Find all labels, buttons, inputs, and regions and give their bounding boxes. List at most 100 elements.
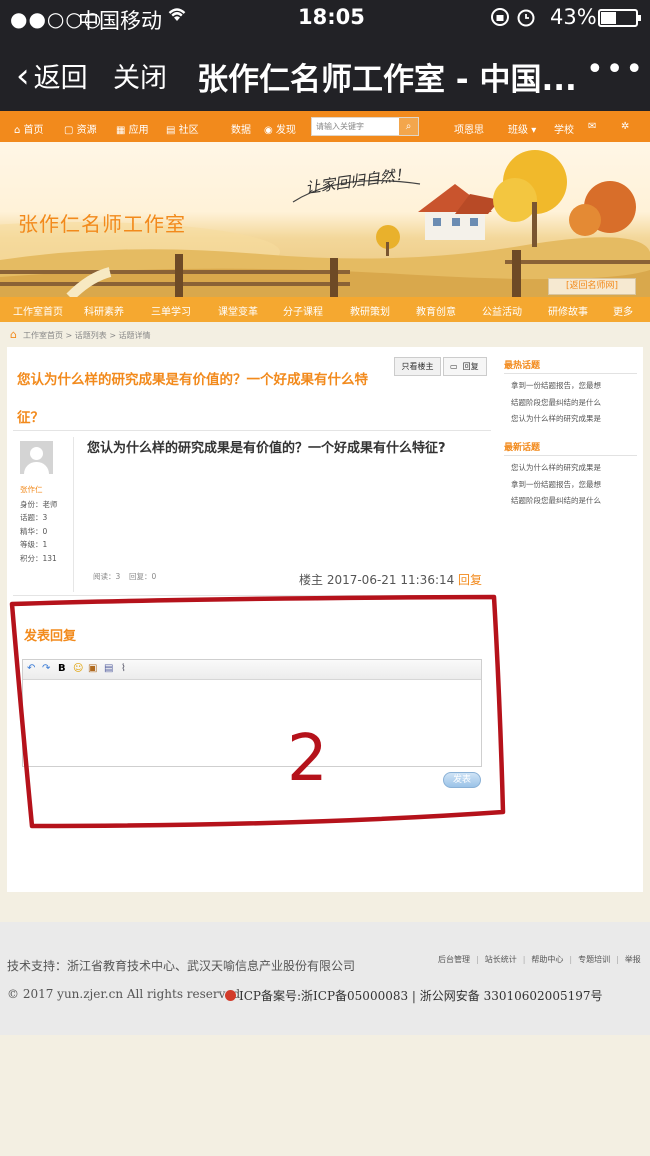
menu-item[interactable]: 教研策划 — [350, 303, 390, 318]
divider — [73, 437, 74, 592]
undo-icon[interactable]: ↶ — [27, 663, 35, 674]
hot-topics-heading: 最热话题 — [504, 361, 541, 371]
reply-count: 回复：0 — [129, 572, 157, 581]
post-reply-link[interactable]: 回复 — [458, 571, 482, 588]
breadcrumb: ⌂ 工作室首页 > 话题列表 > 话题详情 — [10, 328, 151, 341]
divider — [13, 430, 491, 431]
menu-item[interactable]: 研修故事 — [548, 303, 588, 318]
gear-icon[interactable]: ✲ — [621, 121, 629, 132]
image-icon[interactable]: ▣ — [88, 663, 97, 674]
chat-icon: ▤ — [166, 125, 176, 136]
close-button[interactable]: 关闭 — [113, 56, 167, 95]
footer-link[interactable]: 举报 — [625, 955, 641, 964]
emoji-icon[interactable]: ☺ — [73, 663, 83, 674]
page-title: 张作仁名师工作室 - 中国... — [197, 62, 577, 98]
webview-nav-bar: ‹ 返回 关闭 张作仁名师工作室 - 中国... ••• — [0, 36, 650, 111]
footer-links: 后台管理 | 站长统计 | 帮助中心 | 专题培训 | 举报 — [438, 955, 641, 964]
status-bar: ●●○○○ 中国移动 18:05 43% — [0, 0, 650, 36]
stat-role: 身份：老师 — [20, 500, 58, 509]
new-topic-item[interactable]: 您认为什么样的研究成果是 — [511, 462, 601, 473]
new-topic-item[interactable]: 结题阶段您最纠结的是什么 — [511, 495, 601, 506]
back-button[interactable]: ‹ 返回 — [16, 56, 88, 95]
site-toolbar: ⌂ 首页 ▢ 资源 ▦ 应用 ▤ 社区 数据 ◉ 发现 请输入关键字 ⌕ 项恩思… — [0, 111, 650, 142]
clock: 18:05 — [298, 5, 365, 29]
only-author-button[interactable]: 只看楼主 — [394, 357, 441, 376]
caret-down-icon: ▾ — [531, 125, 537, 136]
menu-item[interactable]: 公益活动 — [482, 303, 522, 318]
nav-apps[interactable]: ▦ 应用 — [116, 121, 149, 136]
studio-name: 张作仁名师工作室 — [18, 212, 186, 236]
reply-button[interactable]: ▭ 回复 — [443, 357, 487, 376]
stat-featured: 精华：0 — [20, 526, 48, 536]
back-label: 返回 — [33, 63, 88, 94]
menu-item[interactable]: 课堂变革 — [218, 303, 258, 318]
post-content: 您认为什么样的研究成果是有价值的？一个好成果有什么特征? — [87, 441, 446, 456]
topic-panel: 您认为什么样的研究成果是有价值的？一个好成果有什么特征？ 只看楼主 ▭ 回复 张… — [7, 347, 643, 892]
lock-alarm-icon — [490, 6, 540, 33]
author-name[interactable]: 张作仁 — [20, 484, 43, 495]
breadcrumb-text[interactable]: 工作室首页 > 话题列表 > 话题详情 — [23, 331, 151, 340]
icp-record[interactable]: ICP备案号:浙ICP备05000083 | 浙公网安备 33010602005… — [225, 987, 603, 1004]
hot-topic-item[interactable]: 您认为什么样的研究成果是 — [511, 413, 601, 424]
avatar[interactable] — [20, 441, 53, 474]
menu-item[interactable]: 教育创意 — [416, 303, 456, 318]
divider — [13, 595, 491, 596]
read-count: 阅读：3 — [93, 572, 121, 581]
globe-icon: ◉ — [264, 125, 273, 136]
footer-link[interactable]: 站长统计 — [485, 955, 517, 964]
reply-editor[interactable]: ↶ ↷ B ☺ ▣ ▤ ⌇ — [22, 659, 482, 767]
hot-topic-item[interactable]: 拿到一份结题报告，您最想 — [511, 380, 601, 391]
police-badge-icon — [225, 990, 236, 1001]
stat-level: 等级：1 — [20, 540, 48, 550]
submit-button[interactable]: 发表 — [443, 772, 481, 788]
mail-icon[interactable]: ✉ — [588, 121, 596, 132]
search-icon[interactable]: ⌕ — [399, 118, 418, 135]
more-icon[interactable]: ••• — [586, 52, 645, 87]
menu-item[interactable]: 三单学习 — [151, 303, 191, 318]
bold-icon[interactable]: B — [58, 663, 66, 674]
nav-resources[interactable]: ▢ 资源 — [64, 121, 97, 136]
battery-percent: 43% — [550, 5, 597, 29]
menu-item[interactable]: 科研素养 — [84, 303, 124, 318]
user-name[interactable]: 项恩思 — [454, 121, 484, 136]
copyright: © 2017 yun.zjer.cn All rights reserved — [7, 987, 241, 1001]
home-icon: ⌂ — [14, 125, 21, 136]
search-box[interactable]: 请输入关键字 ⌕ — [311, 117, 419, 136]
folder-icon: ▢ — [64, 125, 74, 136]
topic-title: 您认为什么样的研究成果是有价值的？一个好成果有什么特征？ — [17, 372, 368, 426]
footer-link[interactable]: 帮助中心 — [531, 955, 563, 964]
studio-menu: 工作室首页 科研素养 三单学习 课堂变革 分子课程 教研策划 教育创意 公益活动… — [0, 297, 650, 322]
comment-icon: ▭ — [450, 362, 458, 371]
wifi-icon — [166, 4, 188, 29]
reply-heading: 发表回复 — [24, 629, 77, 644]
footer-link[interactable]: 后台管理 — [438, 955, 470, 964]
new-topic-item[interactable]: 拿到一份结题报告，您最想 — [511, 479, 601, 490]
chevron-left-icon: ‹ — [16, 55, 30, 96]
post-timestamp: 楼主 2017-06-21 11:36:14 — [299, 573, 455, 587]
redo-icon[interactable]: ↷ — [42, 663, 50, 674]
return-link[interactable]: [返回名师网] — [548, 278, 636, 295]
grid-icon: ▦ — [116, 125, 126, 136]
menu-item[interactable]: 分子课程 — [283, 303, 323, 318]
hot-topic-item[interactable]: 结题阶段您最纠结的是什么 — [511, 397, 601, 408]
author-stats: 身份：老师 话题：3 精华：0 等级：1 积分：131 — [20, 498, 58, 565]
footer-link[interactable]: 专题培训 — [578, 955, 610, 964]
stat-topics: 话题：3 — [20, 513, 48, 523]
media-icon[interactable]: ▤ — [104, 663, 113, 674]
attachment-icon[interactable]: ⌇ — [121, 663, 126, 674]
divider — [504, 455, 637, 456]
nav-home[interactable]: ⌂ 首页 — [14, 121, 44, 136]
studio-banner: 让家回归自然！ 张作仁名师工作室 [返回名师网] — [0, 142, 650, 297]
nav-class[interactable]: 班级 ▾ — [508, 121, 536, 136]
nav-discover[interactable]: ◉ 发现 — [264, 121, 296, 136]
stat-points: 积分：131 — [20, 553, 57, 563]
nav-community[interactable]: ▤ 社区 — [166, 121, 199, 136]
search-input[interactable]: 请输入关键字 — [316, 121, 364, 132]
nav-school[interactable]: 学校 — [554, 121, 574, 136]
new-topics-heading: 最新话题 — [504, 443, 541, 453]
page-footer: 技术支持：浙江省教育技术中心、武汉天喻信息产业股份有限公司 后台管理 | 站长统计 |… — [0, 922, 650, 1035]
menu-item[interactable]: 工作室首页 — [13, 303, 63, 318]
menu-item[interactable]: 更多 — [613, 303, 633, 318]
nav-data[interactable]: 数据 — [231, 121, 251, 136]
divider — [504, 373, 637, 374]
